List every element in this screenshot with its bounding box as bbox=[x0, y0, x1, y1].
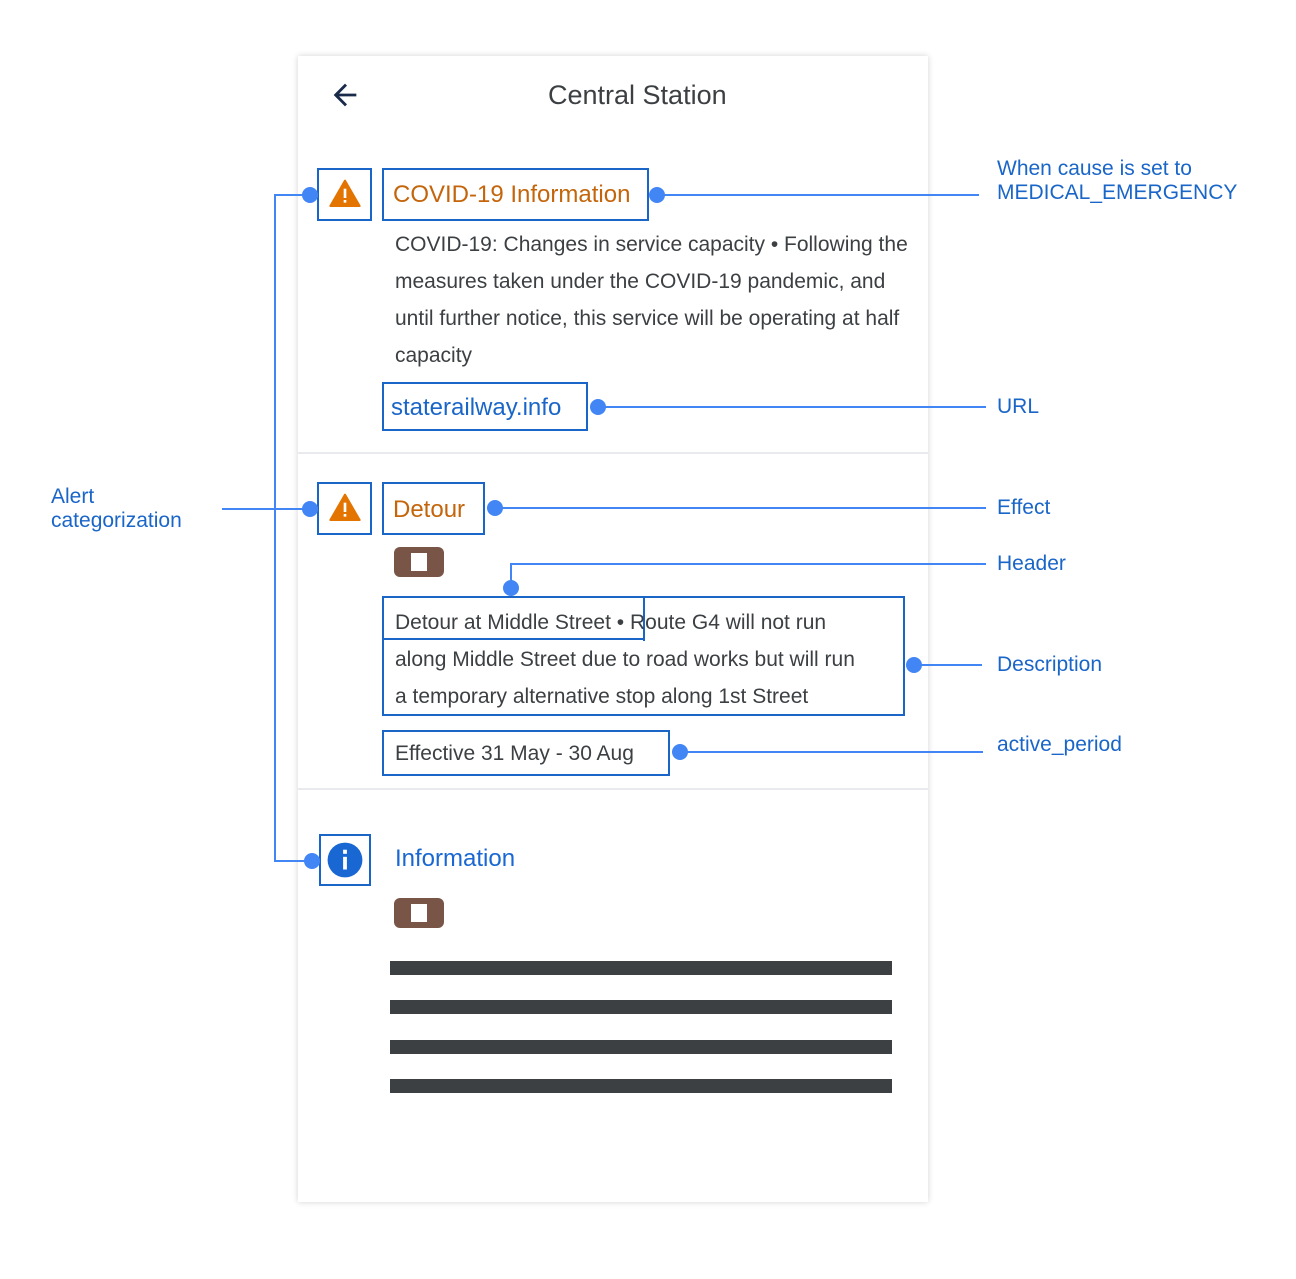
transit-route-badge-icon bbox=[394, 898, 444, 928]
annotation-description: Description bbox=[997, 653, 1103, 676]
alert-icon-box bbox=[317, 168, 372, 221]
annotation-cause: When cause is set to MEDICAL_EMERGENCY bbox=[997, 157, 1237, 205]
annotation-cause-line1: When cause is set to bbox=[997, 157, 1192, 180]
annotation-categorization-line1: Alert bbox=[51, 485, 95, 508]
annotation-active-period: active_period bbox=[997, 733, 1122, 756]
alert-effect-label: COVID-19 Information bbox=[393, 181, 631, 208]
alert-icon-box bbox=[319, 834, 371, 886]
warning-triangle-icon bbox=[329, 493, 361, 521]
warning-triangle-icon bbox=[329, 179, 361, 207]
page-title: Central Station bbox=[548, 80, 727, 110]
annotation-effect: Effect bbox=[997, 496, 1051, 519]
annotation-url: URL bbox=[997, 395, 1040, 418]
phone-screen: Central Station COVID-19 Information COV… bbox=[298, 56, 928, 1202]
alert-header: Detour at Middle Street bbox=[395, 611, 611, 634]
annotation-header: Header bbox=[997, 552, 1066, 575]
transit-route-badge-icon bbox=[394, 547, 444, 577]
alert-url-link[interactable]: staterailway.info bbox=[391, 394, 561, 422]
placeholder-text-line bbox=[390, 1000, 892, 1014]
alert-description: COVID-19: Changes in service capacity • … bbox=[395, 233, 908, 367]
connector-line bbox=[680, 751, 983, 753]
connector-line bbox=[510, 563, 986, 565]
annotation-cause-line2: MEDICAL_EMERGENCY bbox=[997, 181, 1238, 204]
url-box: staterailway.info bbox=[382, 382, 588, 431]
connector-dot bbox=[302, 187, 318, 203]
active-period-box: Effective 31 May - 30 Aug bbox=[382, 730, 670, 776]
connector-line bbox=[598, 406, 986, 408]
placeholder-text-line bbox=[390, 961, 892, 975]
alert-effect-label: Detour bbox=[393, 496, 466, 523]
annotation-alert-categorization: Alert categorization bbox=[51, 485, 182, 533]
connector-dot bbox=[304, 853, 320, 869]
alert-description-line2: along Middle Street due to road works bu… bbox=[395, 648, 855, 671]
connector-dot bbox=[302, 501, 318, 517]
categorization-bracket bbox=[274, 194, 276, 861]
alert-description-line1: Route G4 will not run bbox=[629, 611, 827, 634]
alert-effect-label: Information bbox=[395, 845, 516, 872]
arrow-left-icon[interactable] bbox=[328, 78, 362, 112]
info-circle-icon bbox=[327, 842, 363, 878]
divider bbox=[298, 788, 928, 790]
detour-text-line1: Detour at Middle Street • Route G4 will … bbox=[395, 604, 826, 641]
separator: • bbox=[616, 611, 625, 634]
connector-dot bbox=[503, 580, 519, 596]
connector-line bbox=[222, 508, 310, 510]
connector-line bbox=[657, 194, 979, 196]
divider bbox=[298, 452, 928, 454]
connector-line bbox=[495, 507, 986, 509]
alert-icon-box bbox=[317, 482, 372, 535]
effect-box: Detour bbox=[382, 482, 485, 535]
effect-box: COVID-19 Information bbox=[382, 168, 649, 221]
placeholder-text-line bbox=[390, 1040, 892, 1054]
connector-line bbox=[914, 664, 982, 666]
alert-description-line3: a temporary alternative stop along 1st S… bbox=[395, 685, 809, 708]
annotation-categorization-line2: categorization bbox=[51, 509, 182, 532]
placeholder-text-line bbox=[390, 1079, 892, 1093]
alert-active-period: Effective 31 May - 30 Aug bbox=[395, 742, 634, 765]
